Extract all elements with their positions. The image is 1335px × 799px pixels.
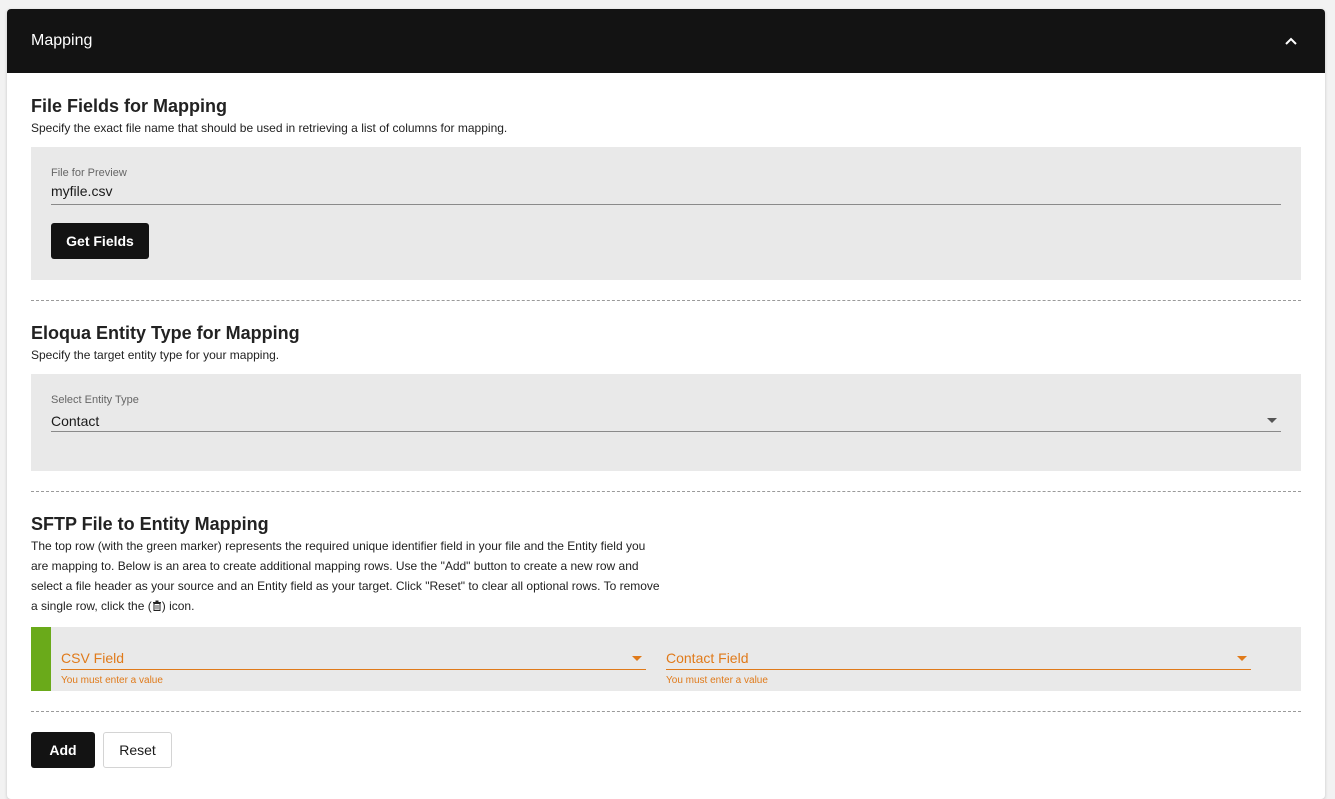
contact-field-column: Contact Field You must enter a value <box>666 627 1251 691</box>
description-line: are mapping to. Below is an area to crea… <box>31 559 639 573</box>
chevron-up-icon[interactable] <box>1281 31 1301 51</box>
mapping-actions: Add Reset <box>31 732 1301 768</box>
csv-field-select[interactable]: CSV Field <box>61 647 646 670</box>
green-marker <box>31 627 51 691</box>
sftp-mapping-title: SFTP File to Entity Mapping <box>31 514 269 534</box>
panel-header[interactable]: Mapping <box>7 9 1325 73</box>
entity-type-section: Eloqua Entity Type for Mapping Specify t… <box>31 301 1301 471</box>
file-fields-section: File Fields for Mapping Specify the exac… <box>31 73 1301 280</box>
trash-icon <box>152 599 162 613</box>
entity-type-select[interactable]: Contact <box>51 407 1281 432</box>
entity-type-box: Select Entity Type Contact <box>31 374 1301 471</box>
csv-field-column: CSV Field You must enter a value <box>61 627 646 691</box>
file-fields-title: File Fields for Mapping <box>31 96 228 116</box>
file-preview-box: File for Preview myfile.csv Get Fields <box>31 147 1301 280</box>
description-line: select a file header as your source and … <box>31 579 660 593</box>
sftp-mapping-section: SFTP File to Entity Mapping The top row … <box>31 492 1301 691</box>
entity-type-title: Eloqua Entity Type for Mapping <box>31 323 300 343</box>
entity-type-value: Contact <box>51 412 100 429</box>
contact-field-placeholder: Contact Field <box>666 650 749 666</box>
dropdown-caret-icon <box>632 655 642 661</box>
contact-field-error: You must enter a value <box>666 675 768 686</box>
description-line: a single row, click the () icon. <box>31 599 195 613</box>
dropdown-caret-icon <box>1267 418 1277 423</box>
panel-title: Mapping <box>31 32 93 49</box>
description-line-end: icon. <box>169 599 195 613</box>
get-fields-button[interactable]: Get Fields <box>51 223 149 259</box>
file-fields-description: Specify the exact file name that should … <box>31 121 508 135</box>
file-preview-value: myfile.csv <box>51 183 113 199</box>
sftp-mapping-description: The top row (with the green marker) repr… <box>31 536 1301 616</box>
description-line-start: a single row, click the <box>31 599 145 613</box>
add-button[interactable]: Add <box>31 732 95 768</box>
entity-type-description: Specify the target entity type for your … <box>31 348 280 362</box>
entity-type-label: Select Entity Type <box>51 394 139 406</box>
reset-button[interactable]: Reset <box>103 732 172 768</box>
divider <box>31 711 1301 712</box>
required-mapping-row: CSV Field You must enter a value Contact… <box>31 627 1301 691</box>
dropdown-caret-icon <box>1237 655 1247 661</box>
csv-field-error: You must enter a value <box>61 675 163 686</box>
contact-field-select[interactable]: Contact Field <box>666 647 1251 670</box>
file-preview-label: File for Preview <box>51 167 127 179</box>
file-preview-input[interactable]: myfile.csv <box>51 180 1281 205</box>
csv-field-placeholder: CSV Field <box>61 650 125 666</box>
mapping-panel: Mapping File Fields for Mapping Specify … <box>7 9 1325 799</box>
description-line: The top row (with the green marker) repr… <box>31 539 646 553</box>
